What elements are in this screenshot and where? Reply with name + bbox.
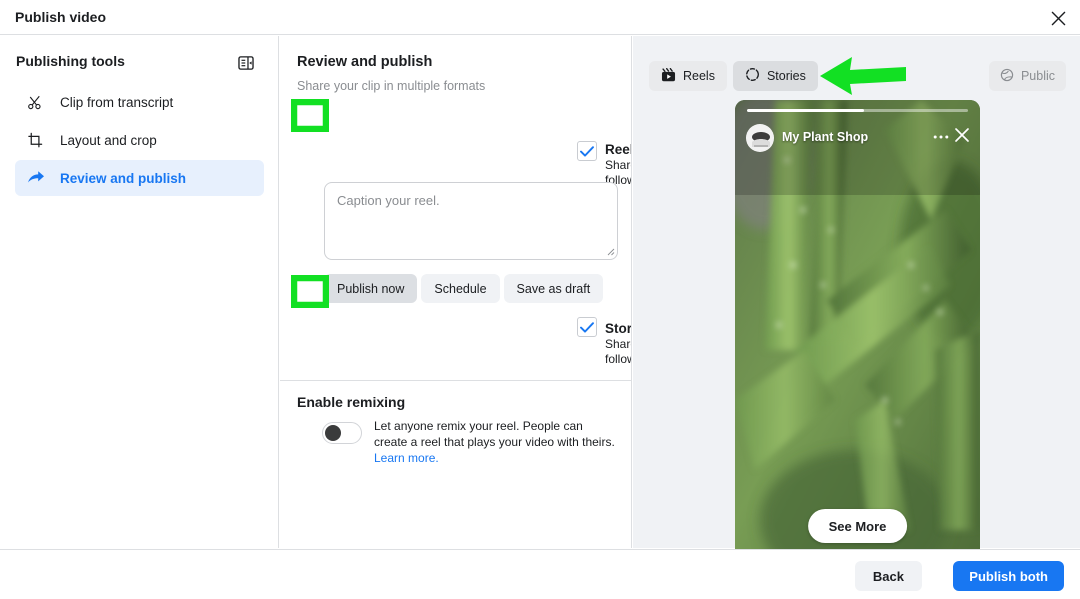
publishing-tools-sidebar: Publishing tools Clip from transcript La…: [0, 36, 279, 548]
format-name-stories: Stories: [605, 321, 632, 336]
sidebar-item-clip-from-transcript[interactable]: Clip from transcript: [15, 84, 264, 120]
story-ring-glyph: [745, 67, 759, 82]
globe-icon: [1000, 68, 1014, 85]
see-more-button[interactable]: See More: [807, 509, 908, 543]
panel-collapse-icon[interactable]: [233, 50, 259, 76]
tab-label: Stories: [766, 69, 806, 83]
stories-checkbox[interactable]: [577, 317, 597, 337]
publish-now-button[interactable]: Publish now: [324, 274, 418, 303]
caption-input[interactable]: [324, 182, 618, 260]
enable-remixing-title: Enable remixing: [297, 394, 406, 410]
save-as-draft-button[interactable]: Save as draft: [503, 274, 604, 303]
more-options-icon[interactable]: [932, 128, 950, 151]
story-page-name: My Plant Shop: [782, 130, 869, 144]
dialog-titlebar: Publish video: [0, 0, 1080, 35]
more-options-glyph: [933, 135, 949, 139]
crop-glyph: [28, 132, 43, 147]
section-divider: [280, 380, 631, 381]
privacy-label: Public: [1020, 69, 1055, 83]
avatar-image: [747, 125, 773, 151]
preview-panel: Reels Stories Public My Plant Shop See M…: [633, 36, 1080, 569]
video-preview-frame: [735, 100, 980, 569]
publish-video-dialog: Publish video Publishing tools Clip from…: [0, 0, 1080, 599]
back-button[interactable]: Back: [854, 561, 922, 591]
story-progress-bar: [747, 109, 968, 112]
page-title: Publish video: [15, 9, 107, 25]
panel-collapse-glyph: [238, 56, 254, 70]
toggle-knob: [325, 425, 341, 441]
format-name-reels: Reels: [605, 142, 631, 157]
share-arrow-glyph: [28, 171, 44, 183]
share-arrow-icon: [27, 168, 49, 188]
scissors-icon: [27, 92, 49, 112]
dialog-footer: Back Publish both: [0, 549, 1080, 599]
sidebar-item-label: Layout and crop: [60, 132, 157, 148]
sidebar-item-review-and-publish[interactable]: Review and publish: [15, 160, 264, 196]
review-and-publish-panel: Review and publish Share your clip in mu…: [280, 36, 632, 548]
globe-glyph: [1000, 68, 1014, 81]
format-desc-stories: Share short, temporary highlights that y…: [605, 337, 631, 366]
clapperboard-icon: [661, 67, 676, 85]
remix-description-text: Let anyone remix your reel. People can c…: [374, 419, 615, 449]
preview-tabs: Reels Stories: [649, 61, 818, 91]
close-glyph: [1051, 11, 1065, 25]
privacy-button[interactable]: Public: [988, 61, 1066, 91]
publish-options-row: Publish now Schedule Save as draft: [324, 274, 604, 303]
remix-toggle[interactable]: [322, 422, 362, 444]
avatar: [746, 124, 774, 152]
sidebar-item-label: Clip from transcript: [60, 94, 174, 110]
panel-subtitle: Share your clip in multiple formats: [297, 79, 486, 93]
sidebar-nav: Clip from transcript Layout and crop Rev…: [15, 84, 264, 198]
story-progress-fill: [747, 109, 865, 112]
sidebar-heading: Publishing tools: [16, 53, 125, 69]
checkmark-icon: [580, 321, 594, 333]
panel-title: Review and publish: [297, 54, 433, 70]
sidebar-header: Publishing tools: [0, 46, 279, 80]
story-close-icon[interactable]: [954, 127, 970, 148]
sidebar-item-label: Review and publish: [60, 170, 187, 186]
publish-both-button[interactable]: Publish both: [953, 561, 1064, 591]
story-preview[interactable]: My Plant Shop See More: [735, 100, 980, 569]
close-icon[interactable]: [1045, 5, 1071, 31]
tab-reels[interactable]: Reels: [649, 61, 727, 91]
tab-label: Reels: [683, 69, 715, 83]
tab-stories[interactable]: Stories: [732, 61, 818, 91]
learn-more-link[interactable]: Learn more.: [374, 451, 439, 465]
clapperboard-glyph: [661, 67, 676, 81]
story-header: My Plant Shop: [746, 124, 969, 154]
story-ring-icon: [745, 67, 760, 85]
story-close-glyph: [955, 128, 969, 142]
sidebar-item-layout-and-crop[interactable]: Layout and crop: [15, 122, 264, 158]
schedule-button[interactable]: Schedule: [421, 274, 500, 303]
crop-icon: [27, 130, 49, 150]
scissors-glyph: [28, 95, 41, 109]
remix-description: Let anyone remix your reel. People can c…: [374, 418, 619, 466]
reels-checkbox[interactable]: [577, 141, 597, 161]
checkmark-icon: [580, 145, 594, 157]
